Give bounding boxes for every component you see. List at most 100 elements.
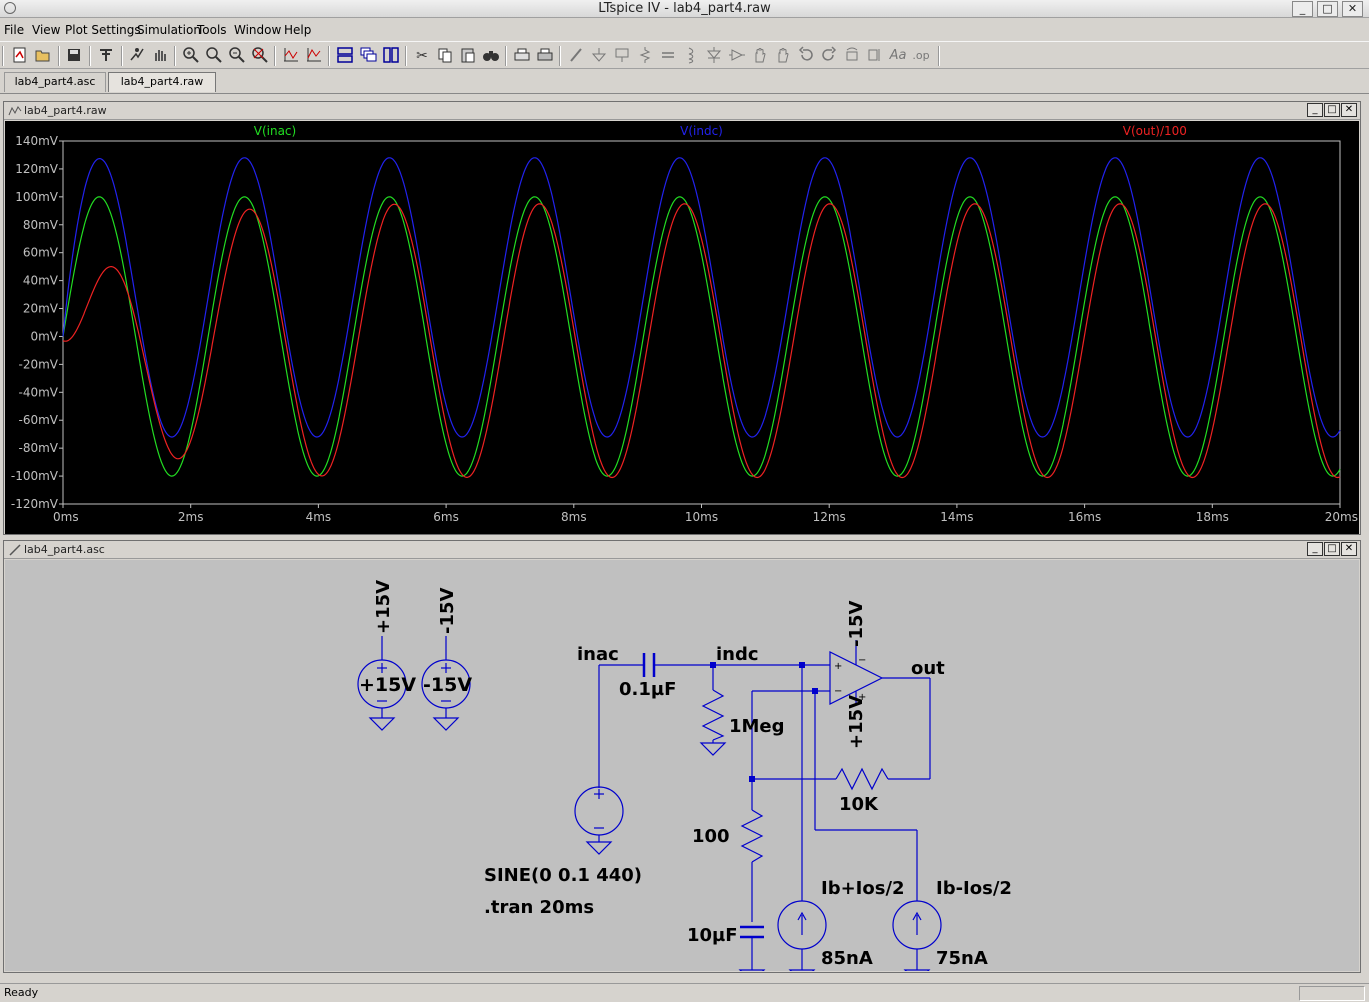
toolbar-separator — [505, 46, 507, 66]
feedback-network[interactable] — [751, 678, 931, 810]
x-tick-label: 20ms — [1325, 510, 1358, 524]
maximize-button[interactable]: □ — [1317, 1, 1338, 17]
menu-file[interactable]: File — [4, 23, 24, 37]
tile-horizontal-icon[interactable] — [335, 46, 355, 66]
autorange-icon[interactable] — [281, 46, 301, 66]
schematic-drawing[interactable]: + − − + +15V -15V +15V -15V inac indc ou… — [5, 560, 1359, 983]
toolbar-separator — [58, 46, 60, 66]
status-bar: Ready — [0, 983, 1369, 1002]
text-icon[interactable]: Aa — [888, 46, 908, 66]
toolbar-separator — [938, 46, 940, 66]
waveform-close-button[interactable]: ✕ — [1341, 103, 1357, 117]
component-icon[interactable] — [727, 46, 747, 66]
y-tick-label: 40mV — [23, 274, 59, 288]
schematic-window-title: lab4_part4.asc — [24, 543, 105, 556]
menu-simulation[interactable]: Simulation — [137, 23, 201, 37]
tile-vertical-icon[interactable] — [381, 46, 401, 66]
y-tick-label: -40mV — [19, 385, 59, 399]
toolbar-separator — [121, 46, 123, 66]
move-icon[interactable] — [750, 46, 770, 66]
toolbar-separator — [559, 46, 561, 66]
resistor-1meg[interactable] — [699, 665, 727, 756]
ground-icon[interactable] — [589, 46, 609, 66]
spice-directive-icon[interactable]: .op — [911, 46, 931, 66]
zoom-out-icon[interactable] — [227, 46, 247, 66]
resistor-icon[interactable] — [635, 46, 655, 66]
print-setup-icon[interactable] — [512, 46, 532, 66]
schematic-close-button[interactable]: ✕ — [1341, 542, 1357, 556]
capacitor-icon[interactable] — [658, 46, 678, 66]
status-text: Ready — [4, 986, 39, 999]
waveform-plot-area[interactable]: 140mV 120mV 100mV 80mV 60mV 40mV 20mV 0mV -20mV -… — [5, 121, 1359, 534]
x-tick-label: 2ms — [178, 510, 204, 524]
waveform-chart[interactable]: 140mV 120mV 100mV 80mV 60mV 40mV 20mV 0mV -20mV -… — [5, 121, 1359, 534]
new-schematic-icon[interactable] — [10, 46, 30, 66]
menu-view[interactable]: View — [32, 23, 60, 37]
mirror-icon[interactable] — [865, 46, 885, 66]
inductor-icon[interactable] — [681, 46, 701, 66]
mark-unmark-icon[interactable] — [304, 46, 324, 66]
schematic-window: lab4_part4.asc _ □ ✕ + − − + +15V -15V +… — [3, 540, 1361, 983]
undo-icon[interactable] — [796, 46, 816, 66]
zoom-in-icon[interactable] — [204, 46, 224, 66]
menu-window[interactable]: Window — [234, 23, 281, 37]
diode-icon[interactable] — [704, 46, 724, 66]
drag-icon[interactable] — [773, 46, 793, 66]
opamp-vpos-label: +15V — [846, 695, 867, 749]
schematic-window-titlebar[interactable]: lab4_part4.asc _ □ ✕ — [4, 541, 1360, 559]
zoom-fit-icon[interactable] — [250, 46, 270, 66]
legend-label-2: V(indc) — [680, 124, 723, 138]
zoom-area-icon[interactable] — [181, 46, 201, 66]
toolbar-separator — [274, 46, 276, 66]
y-tick-label: -80mV — [19, 441, 59, 455]
control-panel-icon[interactable] — [96, 46, 116, 66]
sine-source[interactable] — [574, 665, 624, 855]
resistor-100[interactable] — [740, 809, 764, 922]
print-icon[interactable] — [535, 46, 555, 66]
input-capacitor-value: 0.1µF — [619, 679, 676, 700]
schematic-maximize-button[interactable]: □ — [1324, 542, 1340, 556]
copy-icon[interactable] — [435, 46, 455, 66]
menu-help[interactable]: Help — [284, 23, 311, 37]
opamp-vneg-label: -15V — [846, 600, 867, 647]
input-capacitor[interactable] — [599, 653, 802, 677]
schematic-minimize-button[interactable]: _ — [1307, 542, 1323, 556]
menu-plot-settings[interactable]: Plot Settings — [65, 23, 141, 37]
waveform-window-titlebar[interactable]: lab4_part4.raw _ □ ✕ — [4, 102, 1360, 120]
vpos-net-label: +15V — [373, 580, 394, 634]
y-tick-label: -60mV — [19, 413, 59, 427]
wire-icon[interactable] — [566, 46, 586, 66]
current-source-ib-plus[interactable] — [777, 665, 827, 983]
toolbar: ✂ Aa .op — [0, 41, 1369, 69]
halt-icon[interactable] — [150, 46, 170, 66]
capacitor-10u[interactable] — [738, 925, 766, 983]
menu-tools[interactable]: Tools — [197, 23, 227, 37]
minimize-button[interactable]: _ — [1292, 1, 1313, 17]
close-button[interactable]: ✕ — [1342, 1, 1363, 17]
cascade-icon[interactable] — [358, 46, 378, 66]
svg-text:−: − — [858, 655, 866, 666]
open-icon[interactable] — [33, 46, 53, 66]
toolbar-separator — [328, 46, 330, 66]
y-tick-label: 20mV — [23, 302, 59, 316]
ib-plus-label: Ib+Ios/2 — [821, 878, 905, 899]
find-icon[interactable] — [481, 46, 501, 66]
y-tick-label: 100mV — [15, 190, 59, 204]
waveform-maximize-button[interactable]: □ — [1324, 103, 1340, 117]
rotate-icon[interactable] — [842, 46, 862, 66]
redo-icon[interactable] — [819, 46, 839, 66]
cut-icon[interactable]: ✂ — [412, 46, 432, 66]
x-tick-label: 0ms — [53, 510, 79, 524]
schematic-canvas[interactable]: + − − + +15V -15V +15V -15V inac indc ou… — [5, 560, 1359, 983]
paste-icon[interactable] — [458, 46, 478, 66]
label-net-icon[interactable] — [612, 46, 632, 66]
title-bar: LTspice IV - lab4_part4.raw _ □ ✕ — [0, 0, 1369, 18]
waveform-minimize-button[interactable]: _ — [1307, 103, 1323, 117]
tab-lab4-part4-asc[interactable]: lab4_part4.asc — [4, 72, 106, 92]
save-icon[interactable] — [64, 46, 84, 66]
tab-lab4-part4-raw[interactable]: lab4_part4.raw — [108, 72, 216, 92]
document-tabs: lab4_part4.asc lab4_part4.raw — [0, 70, 1369, 94]
run-icon[interactable] — [127, 46, 147, 66]
waveform-window: lab4_part4.raw _ □ ✕ 140mV 120mV 100mV 80mV… — [3, 101, 1361, 535]
current-source-ib-minus[interactable] — [814, 691, 942, 983]
